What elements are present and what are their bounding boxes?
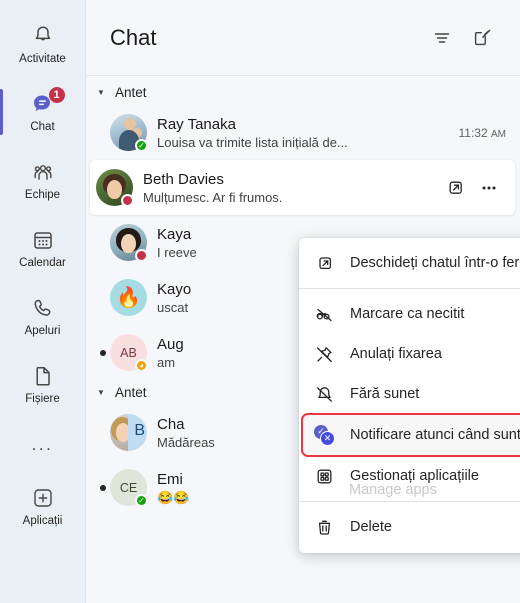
avatar: CE ✓ — [110, 469, 148, 507]
manage-apps-icon — [314, 466, 335, 487]
menu-item-label: Deschideți chatul într-o fereastră nouă — [350, 255, 520, 271]
chat-header: Chat — [86, 0, 520, 76]
menu-item-open-chat-new-window[interactable]: Deschideți chatul într-o fereastră nouă — [299, 243, 520, 283]
chevron-down-icon: ▼ — [97, 88, 105, 97]
rail-item-activitate[interactable]: Activitate — [0, 10, 86, 78]
unpin-icon — [314, 344, 335, 365]
unread-indicator — [96, 349, 110, 356]
menu-item-manage-apps[interactable]: Gestionați aplicațiile Manage apps — [299, 456, 520, 498]
app-left-rail: Activitate 1 Chat Echipe Calendar Apelur… — [0, 0, 86, 603]
presence-badge-available: ✓ — [135, 494, 148, 507]
unread-indicator — [96, 484, 110, 491]
menu-item-notify-when-available[interactable]: ✓ ✕ Notificare atunci când sunt disponib… — [301, 413, 520, 457]
avatar: ✓ — [110, 114, 148, 152]
chat-name: Ray Tanaka — [157, 115, 236, 133]
rail-item-chat[interactable]: 1 Chat — [0, 78, 86, 146]
table-row-selected[interactable]: Beth Davies Mulțumesc. Ar fi frumos. — [90, 160, 515, 215]
avatar-image: 🔥 — [110, 279, 147, 316]
notify-x-circle: ✕ — [320, 430, 335, 446]
page-title: Chat — [110, 24, 157, 50]
chat-group-label: Antet — [115, 385, 147, 400]
chat-preview: Mulțumesc. Ar fi frumos. — [143, 189, 283, 205]
rail-item-label: Calendar — [19, 257, 66, 269]
presence-badge-available: ✓ — [135, 139, 148, 152]
menu-separator — [299, 501, 520, 502]
apps-add-icon — [29, 484, 57, 512]
rail-item-echipe[interactable]: Echipe — [0, 146, 86, 214]
mark-unread-icon — [314, 304, 335, 325]
chat-unread-badge: 1 — [47, 86, 66, 104]
row-text: Ray Tanaka Louisa va trimite lista iniți… — [157, 115, 453, 151]
rail-item-label: Chat — [30, 121, 55, 133]
chat-preview: Louisa va trimite lista inițială de... — [157, 134, 348, 150]
teams-chat-window: Activitate 1 Chat Echipe Calendar Apelur… — [0, 0, 520, 603]
menu-item-label: Gestionați aplicațiile — [350, 468, 479, 484]
chat-group-header[interactable]: ▼ Antet — [86, 80, 520, 105]
phone-icon — [29, 294, 57, 322]
avatar — [96, 169, 134, 207]
avatar: B — [110, 414, 147, 451]
teams-icon — [29, 158, 57, 186]
rail-item-fisiere[interactable]: Fișiere — [0, 350, 86, 418]
chat-group-label: Antet — [115, 85, 147, 100]
presence-badge-away: ◕ — [135, 359, 148, 372]
rail-item-apeluri[interactable]: Apeluri — [0, 282, 86, 350]
avatar: AB ◕ — [110, 334, 148, 372]
bell-icon — [29, 22, 57, 50]
compose-icon[interactable] — [464, 20, 500, 56]
trash-icon — [314, 517, 335, 538]
avatar-image: B — [110, 414, 147, 451]
calendar-icon — [29, 226, 57, 254]
chat-name: Beth Davies — [143, 170, 224, 188]
time-value: 11:32 — [458, 125, 488, 140]
menu-item-label: Fără sunet — [350, 386, 420, 402]
presence-badge-busy — [135, 249, 148, 262]
rail-item-label: Aplicații — [22, 515, 63, 527]
menu-separator — [299, 288, 520, 289]
menu-item-mark-unread[interactable]: Marcare ca necitit — [299, 294, 520, 334]
popout-icon — [314, 253, 335, 274]
chevron-down-icon: ▼ — [97, 388, 105, 397]
time-ampm: AM — [491, 128, 506, 140]
menu-item-mute[interactable]: Fără sunet — [299, 374, 520, 414]
chat-main-panel: Chat ▼ Antet ✓ Ray Tanaka Louisa va trim… — [86, 0, 520, 603]
chat-context-menu[interactable]: Deschideți chatul într-o fereastră nouă … — [299, 238, 520, 553]
rail-item-calendar[interactable]: Calendar — [0, 214, 86, 282]
menu-item-label: Anulați fixarea — [350, 346, 442, 362]
popout-icon[interactable] — [443, 176, 467, 200]
rail-item-label: Activitate — [19, 53, 66, 65]
menu-item-label: Notificare atunci când sunt disponibile — [350, 427, 520, 443]
filter-icon[interactable] — [424, 20, 460, 56]
row-actions — [443, 176, 501, 200]
rail-more-button[interactable]: ... — [0, 418, 86, 472]
avatar: 🔥 — [110, 279, 147, 316]
rail-item-label: Apeluri — [24, 325, 61, 337]
file-icon — [29, 362, 57, 390]
menu-item-unpin[interactable]: Anulați fixarea — [299, 334, 520, 374]
mute-icon — [314, 384, 335, 405]
avatar-initials: B — [134, 422, 145, 439]
row-text: Beth Davies Mulțumesc. Ar fi frumos. — [143, 170, 443, 206]
table-row[interactable]: ✓ Ray Tanaka Louisa va trimite lista ini… — [86, 105, 520, 160]
menu-item-label: Delete — [350, 519, 392, 535]
rail-item-label: Fișiere — [25, 393, 60, 405]
rail-item-aplicatii[interactable]: Aplicații — [0, 472, 86, 540]
menu-item-delete[interactable]: Delete — [299, 507, 520, 547]
avatar-photo-half — [110, 414, 128, 451]
rail-item-label: Echipe — [24, 189, 61, 201]
notify-when-available-icon: ✓ ✕ — [314, 424, 335, 446]
more-icon[interactable] — [477, 176, 501, 200]
presence-badge-busy — [121, 194, 134, 207]
avatar — [110, 224, 148, 262]
menu-item-label: Marcare ca necitit — [350, 306, 465, 322]
chat-timestamp: 11:32 AM — [459, 126, 506, 140]
